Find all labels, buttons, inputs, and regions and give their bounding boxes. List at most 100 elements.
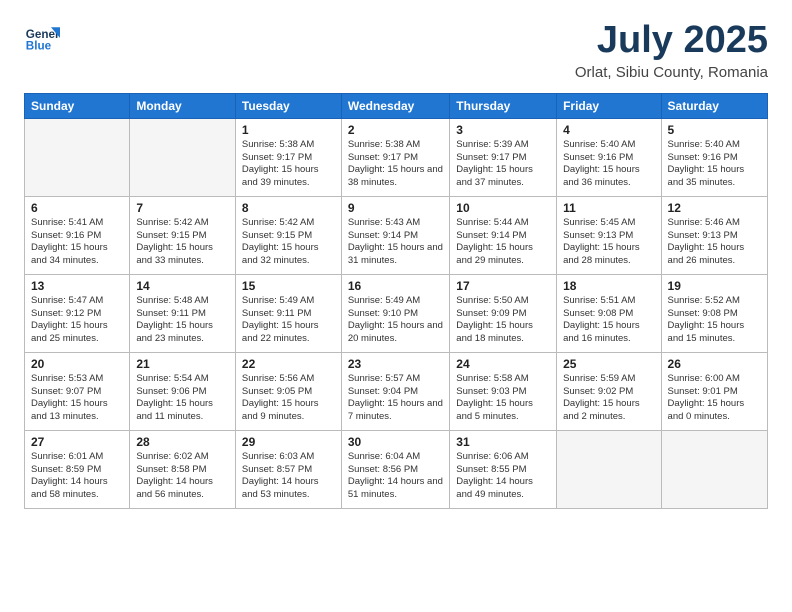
weekday-header: Sunday — [25, 93, 130, 118]
calendar-cell: 14 Sunrise: 5:48 AM Sunset: 9:11 PM Dayli… — [130, 274, 236, 352]
calendar-cell: 13 Sunrise: 5:47 AM Sunset: 9:12 PM Dayli… — [25, 274, 130, 352]
calendar-cell: 20 Sunrise: 5:53 AM Sunset: 9:07 PM Dayli… — [25, 352, 130, 430]
calendar-cell: 19Sunrise: 5:52 AM Sunset: 9:08 PM Dayli… — [661, 274, 767, 352]
day-info: Sunrise: 5:53 AM Sunset: 9:07 PM Dayligh… — [31, 373, 123, 424]
day-info: Sunrise: 6:02 AM Sunset: 8:58 PM Dayligh… — [136, 451, 229, 502]
calendar-cell: 15 Sunrise: 5:49 AM Sunset: 9:11 PM Dayli… — [235, 274, 341, 352]
day-info: Sunrise: 5:45 AM Sunset: 9:13 PM Dayligh… — [563, 217, 654, 268]
day-number: 15 — [242, 279, 335, 293]
logo: General Blue — [24, 20, 60, 56]
day-number: 20 — [31, 357, 123, 371]
day-info: Sunrise: 5:42 AM Sunset: 9:15 PM Dayligh… — [242, 217, 335, 268]
weekday-header: Wednesday — [341, 93, 449, 118]
calendar-cell: 31 Sunrise: 6:06 AM Sunset: 8:55 PM Dayli… — [450, 430, 557, 508]
day-number: 23 — [348, 357, 443, 371]
day-info: Sunrise: 6:06 AM Sunset: 8:55 PM Dayligh… — [456, 451, 550, 502]
month-title: July 2025 — [575, 20, 768, 62]
calendar-week-row: 27 Sunrise: 6:01 AM Sunset: 8:59 PM Dayli… — [25, 430, 768, 508]
day-number: 27 — [31, 435, 123, 449]
day-number: 8 — [242, 201, 335, 215]
calendar-week-row: 13 Sunrise: 5:47 AM Sunset: 9:12 PM Dayli… — [25, 274, 768, 352]
calendar-cell: 4 Sunrise: 5:40 AM Sunset: 9:16 PM Daylig… — [557, 118, 661, 196]
day-info: Sunrise: 5:44 AM Sunset: 9:14 PM Dayligh… — [456, 217, 550, 268]
calendar-cell: 23 Sunrise: 5:57 AM Sunset: 9:04 PM Dayli… — [341, 352, 449, 430]
calendar-week-row: 1 Sunrise: 5:38 AM Sunset: 9:17 PM Daylig… — [25, 118, 768, 196]
day-info: Sunrise: 5:49 AM Sunset: 9:11 PM Dayligh… — [242, 295, 335, 346]
calendar-cell — [661, 430, 767, 508]
day-info: Sunrise: 5:38 AM Sunset: 9:17 PM Dayligh… — [348, 139, 443, 190]
calendar-cell: 29Sunrise: 6:03 AM Sunset: 8:57 PM Dayli… — [235, 430, 341, 508]
day-number: 17 — [456, 279, 550, 293]
weekday-header: Monday — [130, 93, 236, 118]
day-info: Sunrise: 5:59 AM Sunset: 9:02 PM Dayligh… — [563, 373, 654, 424]
calendar-cell: 21Sunrise: 5:54 AM Sunset: 9:06 PM Dayli… — [130, 352, 236, 430]
calendar-cell: 24 Sunrise: 5:58 AM Sunset: 9:03 PM Dayli… — [450, 352, 557, 430]
calendar-cell: 8 Sunrise: 5:42 AM Sunset: 9:15 PM Daylig… — [235, 196, 341, 274]
day-number: 19 — [668, 279, 761, 293]
calendar-cell: 16Sunrise: 5:49 AM Sunset: 9:10 PM Dayli… — [341, 274, 449, 352]
calendar-cell: 3 Sunrise: 5:39 AM Sunset: 9:17 PM Daylig… — [450, 118, 557, 196]
day-info: Sunrise: 5:47 AM Sunset: 9:12 PM Dayligh… — [31, 295, 123, 346]
day-info: Sunrise: 6:04 AM Sunset: 8:56 PM Dayligh… — [348, 451, 443, 502]
calendar-cell: 27 Sunrise: 6:01 AM Sunset: 8:59 PM Dayli… — [25, 430, 130, 508]
calendar-cell: 2 Sunrise: 5:38 AM Sunset: 9:17 PM Daylig… — [341, 118, 449, 196]
day-info: Sunrise: 5:58 AM Sunset: 9:03 PM Dayligh… — [456, 373, 550, 424]
day-number: 1 — [242, 123, 335, 137]
weekday-header: Friday — [557, 93, 661, 118]
day-number: 3 — [456, 123, 550, 137]
weekday-header: Saturday — [661, 93, 767, 118]
calendar-cell: 7Sunrise: 5:42 AM Sunset: 9:15 PM Daylig… — [130, 196, 236, 274]
title-block: July 2025 Orlat, Sibiu County, Romania — [575, 20, 768, 81]
calendar-week-row: 20 Sunrise: 5:53 AM Sunset: 9:07 PM Dayli… — [25, 352, 768, 430]
calendar-cell: 18Sunrise: 5:51 AM Sunset: 9:08 PM Dayli… — [557, 274, 661, 352]
svg-text:Blue: Blue — [26, 40, 52, 53]
day-number: 5 — [668, 123, 761, 137]
calendar-cell — [130, 118, 236, 196]
day-info: Sunrise: 5:56 AM Sunset: 9:05 PM Dayligh… — [242, 373, 335, 424]
location: Orlat, Sibiu County, Romania — [575, 64, 768, 81]
day-number: 13 — [31, 279, 123, 293]
day-number: 22 — [242, 357, 335, 371]
day-info: Sunrise: 6:00 AM Sunset: 9:01 PM Dayligh… — [668, 373, 761, 424]
calendar-cell: 26Sunrise: 6:00 AM Sunset: 9:01 PM Dayli… — [661, 352, 767, 430]
calendar-cell: 30 Sunrise: 6:04 AM Sunset: 8:56 PM Dayli… — [341, 430, 449, 508]
day-number: 14 — [136, 279, 229, 293]
calendar-table: SundayMondayTuesdayWednesdayThursdayFrid… — [24, 93, 768, 509]
day-number: 2 — [348, 123, 443, 137]
calendar-cell: 6 Sunrise: 5:41 AM Sunset: 9:16 PM Daylig… — [25, 196, 130, 274]
day-number: 11 — [563, 201, 654, 215]
calendar-cell: 1 Sunrise: 5:38 AM Sunset: 9:17 PM Daylig… — [235, 118, 341, 196]
calendar-cell: 12Sunrise: 5:46 AM Sunset: 9:13 PM Dayli… — [661, 196, 767, 274]
page-header: General Blue July 2025 Orlat, Sibiu Coun… — [24, 20, 768, 81]
day-info: Sunrise: 5:40 AM Sunset: 9:16 PM Dayligh… — [563, 139, 654, 190]
calendar-cell: 9Sunrise: 5:43 AM Sunset: 9:14 PM Daylig… — [341, 196, 449, 274]
day-number: 18 — [563, 279, 654, 293]
day-number: 4 — [563, 123, 654, 137]
day-info: Sunrise: 5:38 AM Sunset: 9:17 PM Dayligh… — [242, 139, 335, 190]
day-info: Sunrise: 5:40 AM Sunset: 9:16 PM Dayligh… — [668, 139, 761, 190]
day-number: 9 — [348, 201, 443, 215]
day-number: 24 — [456, 357, 550, 371]
calendar-cell: 22 Sunrise: 5:56 AM Sunset: 9:05 PM Dayli… — [235, 352, 341, 430]
day-number: 28 — [136, 435, 229, 449]
day-info: Sunrise: 5:41 AM Sunset: 9:16 PM Dayligh… — [31, 217, 123, 268]
day-number: 29 — [242, 435, 335, 449]
calendar-cell: 25Sunrise: 5:59 AM Sunset: 9:02 PM Dayli… — [557, 352, 661, 430]
day-info: Sunrise: 5:46 AM Sunset: 9:13 PM Dayligh… — [668, 217, 761, 268]
day-info: Sunrise: 5:57 AM Sunset: 9:04 PM Dayligh… — [348, 373, 443, 424]
day-number: 6 — [31, 201, 123, 215]
day-number: 30 — [348, 435, 443, 449]
day-info: Sunrise: 5:50 AM Sunset: 9:09 PM Dayligh… — [456, 295, 550, 346]
day-number: 10 — [456, 201, 550, 215]
logo-icon: General Blue — [24, 20, 60, 56]
day-number: 31 — [456, 435, 550, 449]
day-info: Sunrise: 5:48 AM Sunset: 9:11 PM Dayligh… — [136, 295, 229, 346]
calendar-week-row: 6 Sunrise: 5:41 AM Sunset: 9:16 PM Daylig… — [25, 196, 768, 274]
weekday-header: Thursday — [450, 93, 557, 118]
calendar-cell: 28 Sunrise: 6:02 AM Sunset: 8:58 PM Dayli… — [130, 430, 236, 508]
day-info: Sunrise: 6:01 AM Sunset: 8:59 PM Dayligh… — [31, 451, 123, 502]
calendar-cell: 10 Sunrise: 5:44 AM Sunset: 9:14 PM Dayli… — [450, 196, 557, 274]
calendar-cell: 11 Sunrise: 5:45 AM Sunset: 9:13 PM Dayli… — [557, 196, 661, 274]
calendar-cell — [557, 430, 661, 508]
day-info: Sunrise: 5:39 AM Sunset: 9:17 PM Dayligh… — [456, 139, 550, 190]
